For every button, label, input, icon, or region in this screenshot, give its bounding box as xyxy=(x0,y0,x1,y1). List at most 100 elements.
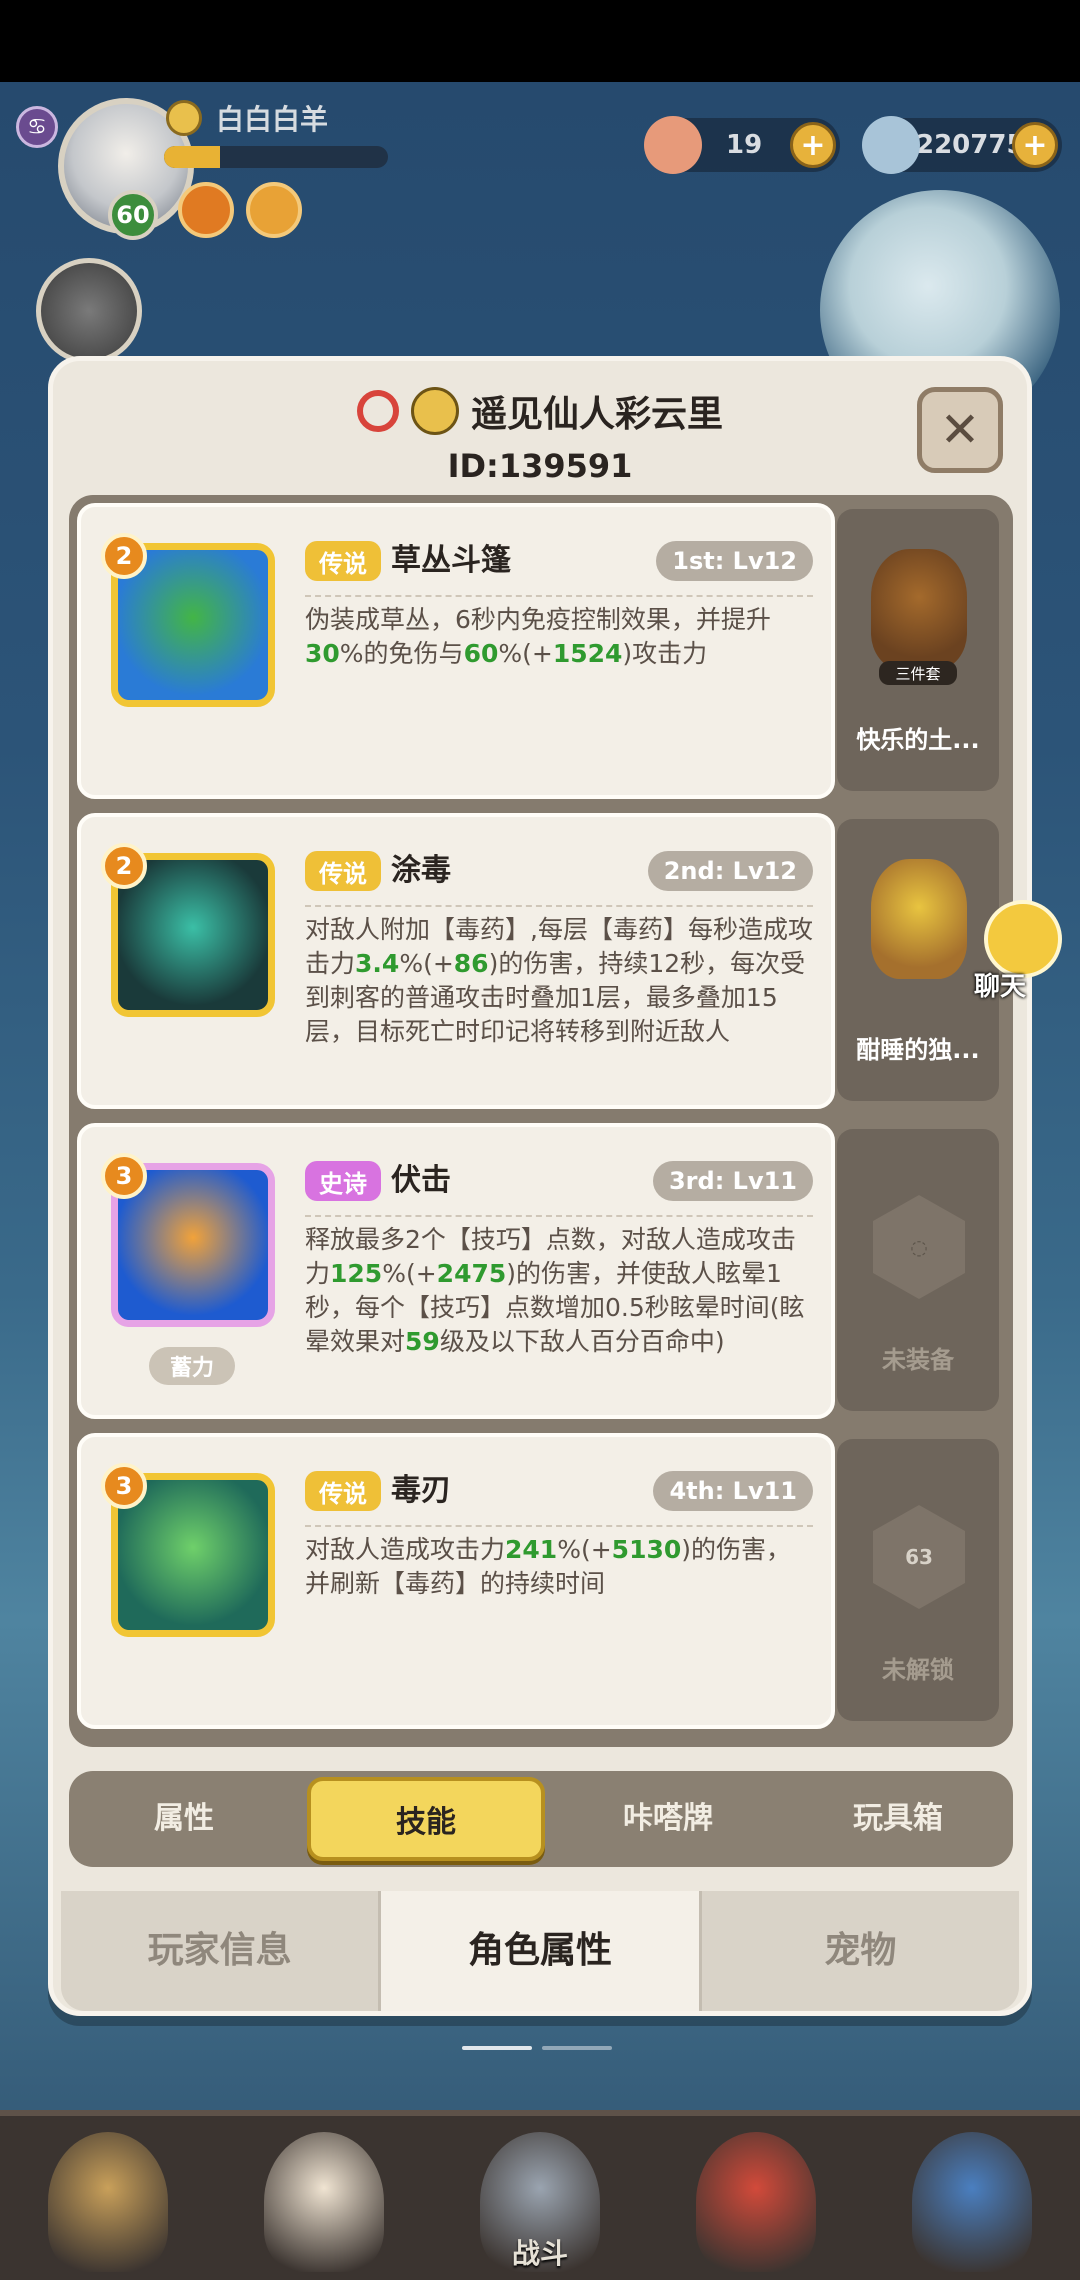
skill-value: 30 xyxy=(305,639,340,668)
pet-slot[interactable]: 63 未解锁 xyxy=(837,1439,999,1721)
bottom-nav-item[interactable]: 战斗 xyxy=(432,2116,648,2280)
pet-slot-caption: 未解锁 xyxy=(882,1656,954,1684)
bottom-nav-item[interactable] xyxy=(0,2116,216,2280)
resource-shells: 19 + xyxy=(644,116,840,174)
add-gems-button[interactable]: + xyxy=(1012,122,1058,168)
skill-card[interactable]: 2 传说 涂毒 2nd: Lv12 对敌人附加【毒药】,每层【毒药】每秒造成攻击力3.4… xyxy=(77,813,835,1109)
close-button[interactable]: ✕ xyxy=(917,387,1003,473)
skill-name: 涂毒 xyxy=(391,853,451,888)
nav-figure-icon xyxy=(264,2132,384,2272)
player-level-badge: 60 xyxy=(108,190,158,240)
skill-name: 伏击 xyxy=(391,1163,451,1198)
skill-value: 5130 xyxy=(611,1535,682,1564)
main-tab[interactable]: 角色属性 xyxy=(381,1891,702,2011)
skill-text: )攻击力 xyxy=(622,639,708,668)
skill-text: %(+ xyxy=(498,639,553,668)
pet-figure-icon xyxy=(871,549,967,669)
nav-figure-icon xyxy=(912,2132,1032,2272)
add-shells-button[interactable]: + xyxy=(790,122,836,168)
skill-value: 3.4 xyxy=(355,949,400,978)
skill-text: %的免伤与 xyxy=(339,639,464,668)
skill-value: 125 xyxy=(330,1259,383,1288)
skill-description: 对敌人附加【毒药】,每层【毒药】每秒造成攻击力3.4%(+86)的伤害，持续12… xyxy=(305,913,813,1049)
pet-slot[interactable]: 酣睡的独... xyxy=(837,819,999,1101)
skill-slot-level: 1st: Lv12 xyxy=(656,541,813,581)
rarity-tag: 史诗 xyxy=(305,1161,381,1201)
main-tab[interactable]: 玩家信息 xyxy=(61,1891,382,2011)
skill-level-badge: 3 xyxy=(101,1463,147,1509)
nav-figure-icon xyxy=(696,2132,816,2272)
buff-icon[interactable] xyxy=(178,182,234,238)
skill-value: 2475 xyxy=(436,1259,507,1288)
panel-title-row: 遥见仙人彩云里 xyxy=(53,385,1027,437)
page-dot xyxy=(462,2046,532,2050)
chat-label[interactable]: 聊天 xyxy=(974,966,1026,1003)
bottom-nav-item[interactable] xyxy=(216,2116,432,2280)
skill-name: 毒刃 xyxy=(391,1473,451,1508)
nav-figure-icon xyxy=(48,2132,168,2272)
sub-tab-bar: 属性 技能 咔嗒牌 玩具箱 xyxy=(69,1771,1013,1867)
shell-count: 19 xyxy=(726,130,763,160)
event-icon[interactable] xyxy=(246,182,302,238)
skill-level-badge: 2 xyxy=(101,843,147,889)
skill-description: 对敌人造成攻击力241%(+5130)的伤害，并刷新【毒药】的持续时间 xyxy=(305,1533,813,1601)
pet-slot[interactable]: ◌ 未装备 xyxy=(837,1129,999,1411)
lock-icon: 63 xyxy=(873,1505,965,1609)
resource-gems: 220775 + xyxy=(862,116,1062,174)
sub-tab[interactable]: 玩具箱 xyxy=(783,1777,1013,1861)
player-name: 白白白羊 xyxy=(216,103,329,136)
emoji-face-icon xyxy=(166,100,202,136)
skill-card[interactable]: 3 传说 毒刃 4th: Lv11 对敌人造成攻击力241%(+5130)的伤害，并刷新… xyxy=(77,1433,835,1729)
skill-card[interactable]: 3 史诗 伏击 3rd: Lv11 释放最多2个【技巧】点数，对敌人造成攻击力125%(… xyxy=(77,1123,835,1419)
main-tab[interactable]: 宠物 xyxy=(702,1891,1019,2011)
sub-tab[interactable]: 技能 xyxy=(307,1777,545,1861)
charge-tag: 蓄力 xyxy=(149,1347,235,1385)
divider xyxy=(305,595,813,597)
skill-level-badge: 3 xyxy=(101,1153,147,1199)
skill-name: 草丛斗篷 xyxy=(391,543,511,578)
rarity-tag: 传说 xyxy=(305,851,381,891)
skills-list: 2 传说 草丛斗篷 1st: Lv12 伪装成草丛，6秒内免疫控制效果，并提升 30%的免… xyxy=(69,495,1013,1747)
skill-value: 60 xyxy=(463,639,499,668)
bottom-nav-item[interactable] xyxy=(648,2116,864,2280)
key-icon xyxy=(356,390,399,432)
empty-slot-icon: ◌ xyxy=(873,1195,965,1299)
avatar-frame-badge-icon: ♋ xyxy=(16,106,58,148)
set-tag: 三件套 xyxy=(879,661,957,685)
skill-value: 1524 xyxy=(552,639,623,668)
skill-description: 伪装成草丛，6秒内免疫控制效果，并提升 30%的免伤与60%(+1524)攻击力 xyxy=(305,603,813,671)
skill-description: 释放最多2个【技巧】点数，对敌人造成攻击力125%(+2475)的伤害，并使敌人… xyxy=(305,1223,813,1359)
pet-slot[interactable]: 三件套快乐的土... xyxy=(837,509,999,791)
rarity-tag: 传说 xyxy=(305,1471,381,1511)
skill-value: 241 xyxy=(505,1535,558,1564)
bottom-nav-item[interactable] xyxy=(864,2116,1080,2280)
main-tab-bar: 玩家信息 角色属性 宠物 xyxy=(61,1891,1019,2011)
companion-portrait[interactable] xyxy=(36,258,142,364)
bottom-nav: 战斗 xyxy=(0,2110,1080,2280)
skill-slot-level: 4th: Lv11 xyxy=(653,1471,813,1511)
skill-level-badge: 2 xyxy=(101,533,147,579)
xp-bar xyxy=(164,146,388,168)
player-name-row: 白白白羊 xyxy=(166,98,328,138)
skill-slot-level: 2nd: Lv12 xyxy=(647,851,813,891)
skill-text: %(+ xyxy=(399,949,454,978)
emoji-face-icon xyxy=(410,387,459,435)
skill-card[interactable]: 2 传说 草丛斗篷 1st: Lv12 伪装成草丛，6秒内免疫控制效果，并提升 30%的免… xyxy=(77,503,835,799)
page-indicator xyxy=(462,2046,612,2052)
character-info-panel: 遥见仙人彩云里 ID:139591 ✕ 2 传说 草丛斗篷 1st: Lv12 伪装成草… xyxy=(48,356,1032,2016)
gem-count: 220775 xyxy=(916,130,1025,160)
gem-icon xyxy=(862,116,920,174)
character-id: ID:139591 xyxy=(447,447,633,485)
pet-slot-caption: 快乐的土... xyxy=(856,726,980,754)
skill-value: 59 xyxy=(405,1327,440,1356)
skill-text: 对敌人造成攻击力 xyxy=(305,1535,506,1564)
skill-text: 伪装成草丛，6秒内免疫控制效果，并提升 xyxy=(305,605,771,634)
sub-tab[interactable]: 咔嗒牌 xyxy=(553,1777,783,1861)
skill-text: %(+ xyxy=(557,1535,612,1564)
sub-tab[interactable]: 属性 xyxy=(69,1777,299,1861)
xp-bar-fill xyxy=(164,146,220,168)
nav-label: 战斗 xyxy=(511,2237,568,2270)
pet-slot-caption: 未装备 xyxy=(882,1346,954,1374)
skill-value: 86 xyxy=(453,949,489,978)
skill-slot-level: 3rd: Lv11 xyxy=(652,1161,813,1201)
